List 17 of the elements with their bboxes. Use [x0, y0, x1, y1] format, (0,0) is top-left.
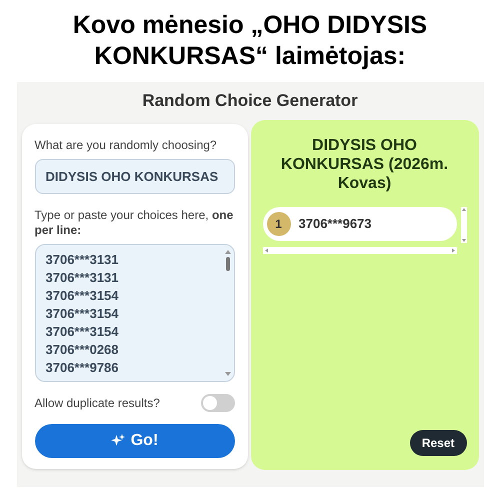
winner-value: 3706***9673: [298, 214, 372, 233]
sparkle-icon: [110, 434, 125, 448]
choices-label: Type or paste your choices here, one per line:: [34, 208, 234, 238]
topic-field[interactable]: DIDYSIS OHO KONKURSAS: [34, 158, 234, 194]
choices-field[interactable]: 3706***3131 3706***3131 3706***3154 3706***3154 3706***3154 3706***0268 3706***9786: [34, 244, 234, 382]
duplicates-toggle[interactable]: [200, 394, 234, 412]
duplicates-label: Allow duplicate results?: [34, 394, 160, 412]
headline: Kovo mėnesio „OHO DIDYSIS KONKURSAS“ laimėtojas:: [72, 10, 428, 72]
result-title: DIDYSIS OHO KONKURSAS (2026m. Kovas): [280, 136, 450, 192]
topic-label: What are you randomly choosing?: [34, 136, 218, 154]
scrollbar-icon[interactable]: [262, 246, 456, 254]
reset-button[interactable]: Reset: [410, 430, 466, 456]
rank-badge: 1: [266, 212, 290, 236]
scrollbar-icon[interactable]: [460, 206, 466, 242]
scrollbar-icon[interactable]: [224, 248, 232, 378]
go-button[interactable]: Go!: [34, 424, 234, 458]
app-title: Random Choice Generator: [142, 90, 358, 112]
